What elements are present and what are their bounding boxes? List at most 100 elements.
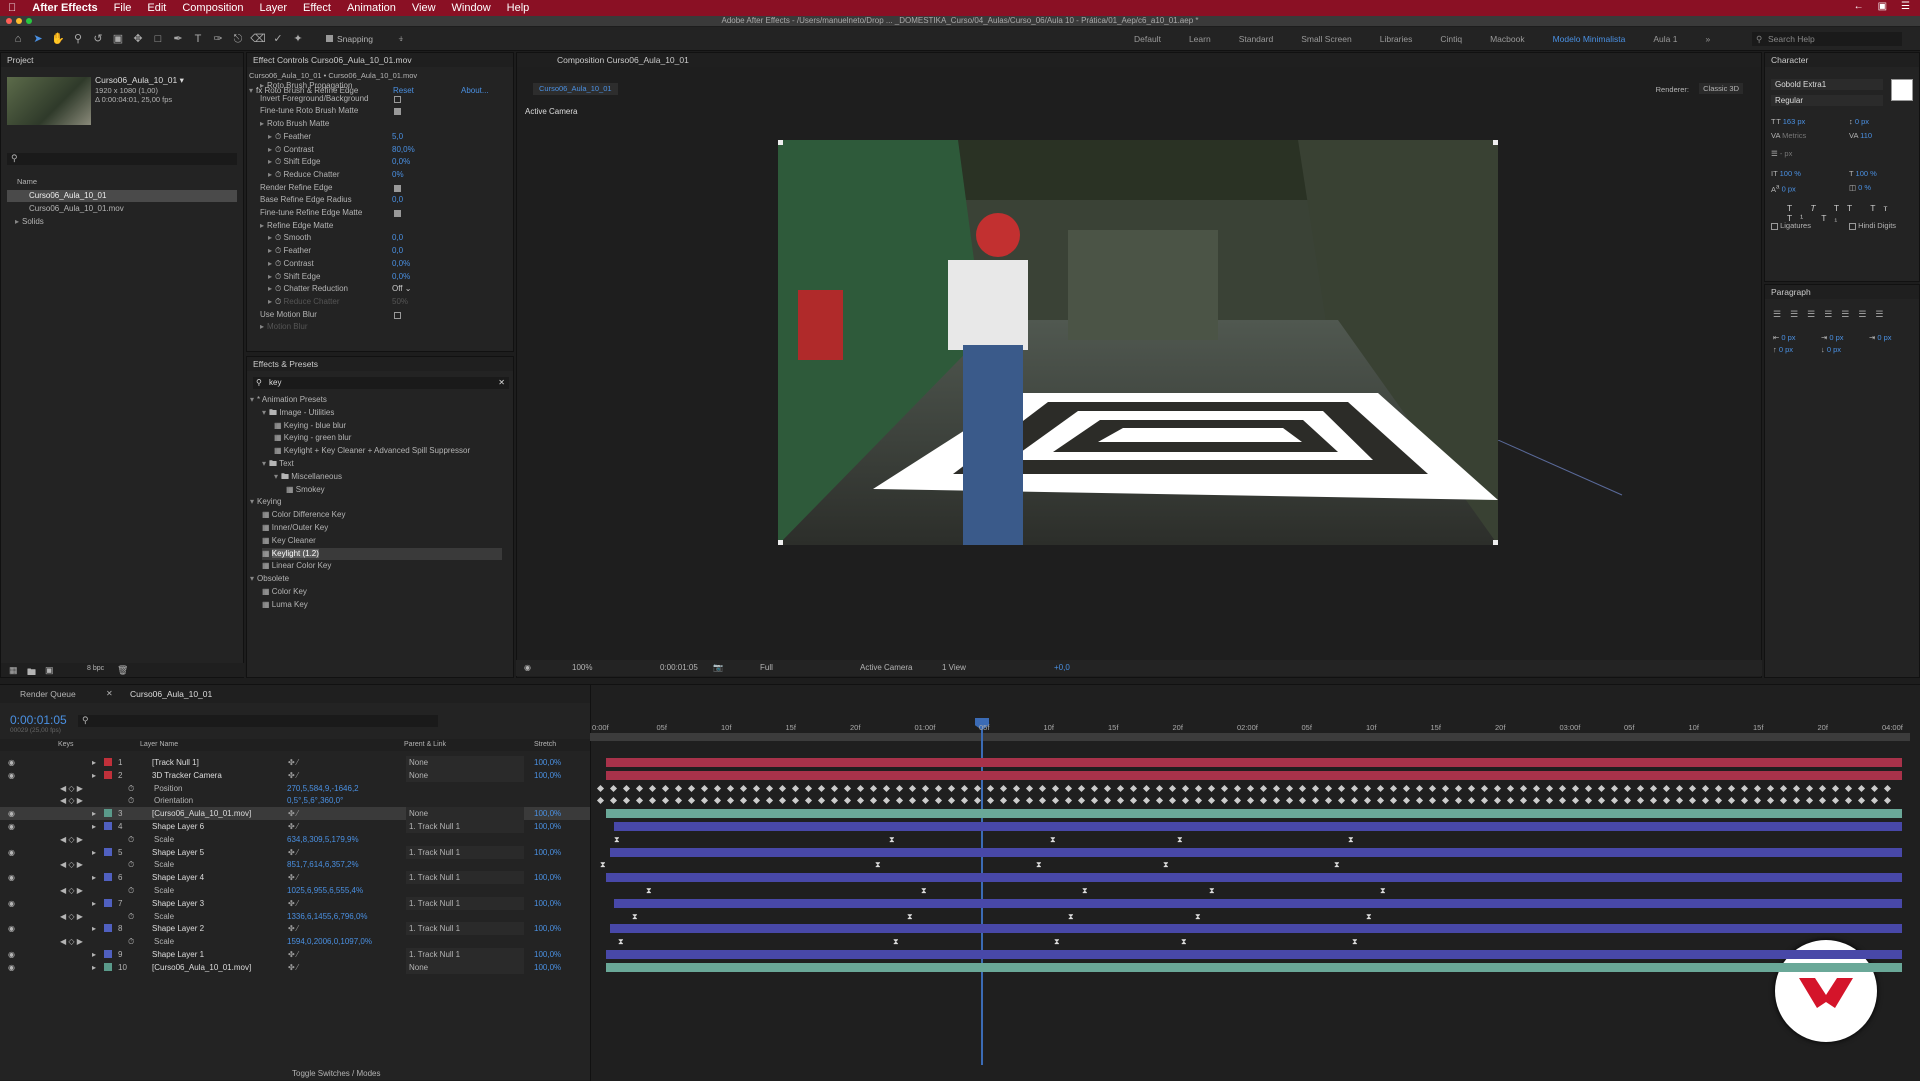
effects-tree-item[interactable]: ▦ Smokey [286,484,526,496]
property-value[interactable]: 0,5°,5,6°,360,0° [287,794,343,807]
easy-ease-keyframe[interactable]: ⧗ [1380,886,1386,895]
effects-search-input[interactable]: ⚲ key ✕ [253,377,509,389]
timeline-layer-row[interactable]: ◉ ▸ 6 Shape Layer 4 ✤ ⁄ 1. Track Null 1 100,0% [0,871,590,885]
timeline-search-input[interactable]: ⚲ [78,715,438,727]
display-icon[interactable]: ▣ [1878,1,1887,12]
composition-tab[interactable]: Composition Curso06_Aula_10_01 [517,53,1761,67]
menu-view[interactable]: View [404,2,444,14]
layer-duration-bar[interactable] [614,898,1902,908]
keyframe-nav-icon[interactable]: ◀ ◇ ▶ [60,782,83,795]
timeline-layer-row[interactable]: ◉ ▸ 4 Shape Layer 6 ✤ ⁄ 1. Track Null 1 100,0% [0,820,590,833]
project-tab[interactable]: Project [1,53,243,67]
effect-prop-chatter-reduction[interactable]: ▸ ⏱ Chatter Reduction [268,283,468,295]
property-value[interactable]: 634,8,309,5,179,9% [287,833,359,846]
parent-select[interactable]: None [406,756,524,769]
parent-select[interactable]: 1. Track Null 1 [406,922,524,936]
keyframe-nav-icon[interactable]: ◀ ◇ ▶ [60,833,83,846]
search-help-input[interactable]: ⚲ Search Help [1752,32,1902,46]
effect-prop-feather[interactable]: ▸ ⏱ Feather [268,245,468,257]
back-icon[interactable]: ← [1854,1,1864,12]
timeline-property-row[interactable]: ◀ ◇ ▶ ⏱ Position 270,5,584,9,-1646,2 [0,782,590,795]
expand-layer-icon[interactable]: ▸ [92,961,96,974]
view-layout-select[interactable]: 1 View [942,660,966,676]
expand-layer-icon[interactable]: ▸ [92,948,96,961]
layer-duration-bar[interactable] [606,962,1902,972]
stretch-value[interactable]: 100,0% [534,961,561,974]
project-item-footage[interactable]: Curso06_Aula_10_01.mov [7,203,124,215]
toggle-switches-modes-button[interactable]: Toggle Switches / Modes [292,1069,381,1078]
layer-duration-bar[interactable] [606,770,1902,780]
effect-prop-invert-foreground-background[interactable]: Invert Foreground/Background [260,93,460,105]
composition-viewer-frame[interactable] [778,140,1498,545]
visibility-eye-icon[interactable]: ◉ [8,807,15,820]
visibility-eye-icon[interactable]: ◉ [8,897,15,910]
stopwatch-icon[interactable]: ⏱ [128,833,134,846]
stretch-value[interactable]: 100,0% [534,871,561,884]
type-tool-icon[interactable]: T [190,31,206,47]
easy-ease-keyframe[interactable]: ⧗ [1177,835,1183,844]
layer-name[interactable]: [Curso06_Aula_10_01.mov] [152,961,251,974]
timeline-property-row[interactable]: ◀ ◇ ▶ ⏱ Scale 1336,6,1455,6,796,0% [0,910,590,923]
close-window-icon[interactable] [6,18,12,24]
stretch-value[interactable]: 100,0% [534,948,561,961]
effects-tree-item[interactable]: ▦ Keying - green blur [274,432,514,444]
checkbox[interactable] [394,95,401,103]
timeline-property-row[interactable]: ◀ ◇ ▶ ⏱ Scale 634,8,309,5,179,9% [0,833,590,846]
easy-ease-keyframe[interactable]: ⧗ [1209,886,1215,895]
stopwatch-icon[interactable]: ⏱ [128,794,134,807]
effects-tree-item[interactable]: ▦ Luma Key [262,599,502,611]
visibility-eye-icon[interactable]: ◉ [8,871,15,884]
minimize-window-icon[interactable] [16,18,22,24]
effects-tree-item[interactable]: ▾ 🖿 Miscellaneous [274,471,514,483]
effects-tree-item[interactable]: ▦ Color Difference Key [262,509,502,521]
parent-select[interactable]: 1. Track Null 1 [406,896,524,910]
effect-value[interactable]: 0,0 [392,245,403,257]
easy-ease-keyframe[interactable]: ⧗ [1195,912,1201,921]
expand-layer-icon[interactable]: ▸ [92,846,96,859]
parent-select[interactable]: 1. Track Null 1 [406,820,524,833]
apple-icon[interactable]:  [0,2,24,14]
label-color[interactable] [104,962,112,971]
layer-switches[interactable]: ✤ ⁄ [288,897,298,910]
font-size-field[interactable]: T T 163 px [1771,117,1805,126]
timeline-property-row[interactable]: ◀ ◇ ▶ ⏱ Orientation 0,5°,5,6°,360,0° [0,794,590,807]
effect-prop-base-refine-edge-radius[interactable]: Base Refine Edge Radius [260,194,460,206]
indent-right-field[interactable]: ⇥ 0 px [1869,333,1892,342]
close-tab-icon[interactable]: ✕ [106,689,113,698]
visibility-eye-icon[interactable]: ◉ [8,769,15,782]
column-layer-name[interactable]: Layer Name [140,741,178,748]
checkbox[interactable] [394,184,401,192]
timeline-property-row[interactable]: ◀ ◇ ▶ ⏱ Scale 1025,6,955,6,555,4% [0,884,590,897]
stretch-value[interactable]: 100,0% [534,807,561,820]
control-center-icon[interactable]: ☰ [1901,1,1910,12]
layer-duration-bar[interactable] [614,822,1902,831]
current-time-display[interactable]: 0:00:01:05 [660,660,698,676]
keyframe-nav-icon[interactable]: ◀ ◇ ▶ [60,910,83,923]
comp-timeline-tab[interactable]: Curso06_Aula_10_01 [130,689,212,699]
timeline-graph-area[interactable] [590,685,1920,1081]
effect-prop-fine-tune-roto-brush-matte[interactable]: Fine-tune Roto Brush Matte [260,105,460,117]
easy-ease-keyframe[interactable]: ⧗ [1352,937,1358,946]
expand-layer-icon[interactable]: ▸ [92,769,96,782]
rectangle-tool-icon[interactable]: □ [150,31,166,47]
effect-value[interactable]: 80,0% [392,144,415,156]
label-color[interactable] [104,822,112,830]
parent-select[interactable]: 1. Track Null 1 [406,948,524,961]
project-item-comp[interactable]: Curso06_Aula_10_01 [7,190,237,202]
property-value[interactable]: 270,5,584,9,-1646,2 [287,782,359,795]
layer-name[interactable]: Shape Layer 2 [152,922,204,935]
effects-tree-item[interactable]: ▾ Keying [250,496,490,508]
renderer-select[interactable]: Classic 3D [1699,83,1743,94]
tsume-field[interactable]: ◫ 0 % [1849,183,1871,192]
effect-prop-shift-edge[interactable]: ▸ ⏱ Shift Edge [268,156,468,168]
parent-select[interactable]: 1. Track Null 1 [406,845,524,859]
new-folder-icon[interactable]: 🖿 [27,665,36,681]
puppet-tool-icon[interactable]: ✦ [290,31,306,47]
effect-value[interactable]: Off ⌄ [392,283,411,295]
expand-layer-icon[interactable]: ▸ [92,922,96,935]
always-preview-icon[interactable]: ◉ [524,660,531,676]
stretch-value[interactable]: 100,0% [534,846,561,859]
paragraph-tab[interactable]: Paragraph [1765,285,1919,299]
keyframe-nav-icon[interactable]: ◀ ◇ ▶ [60,858,83,871]
layer-switches[interactable]: ✤ ⁄ [288,961,298,974]
